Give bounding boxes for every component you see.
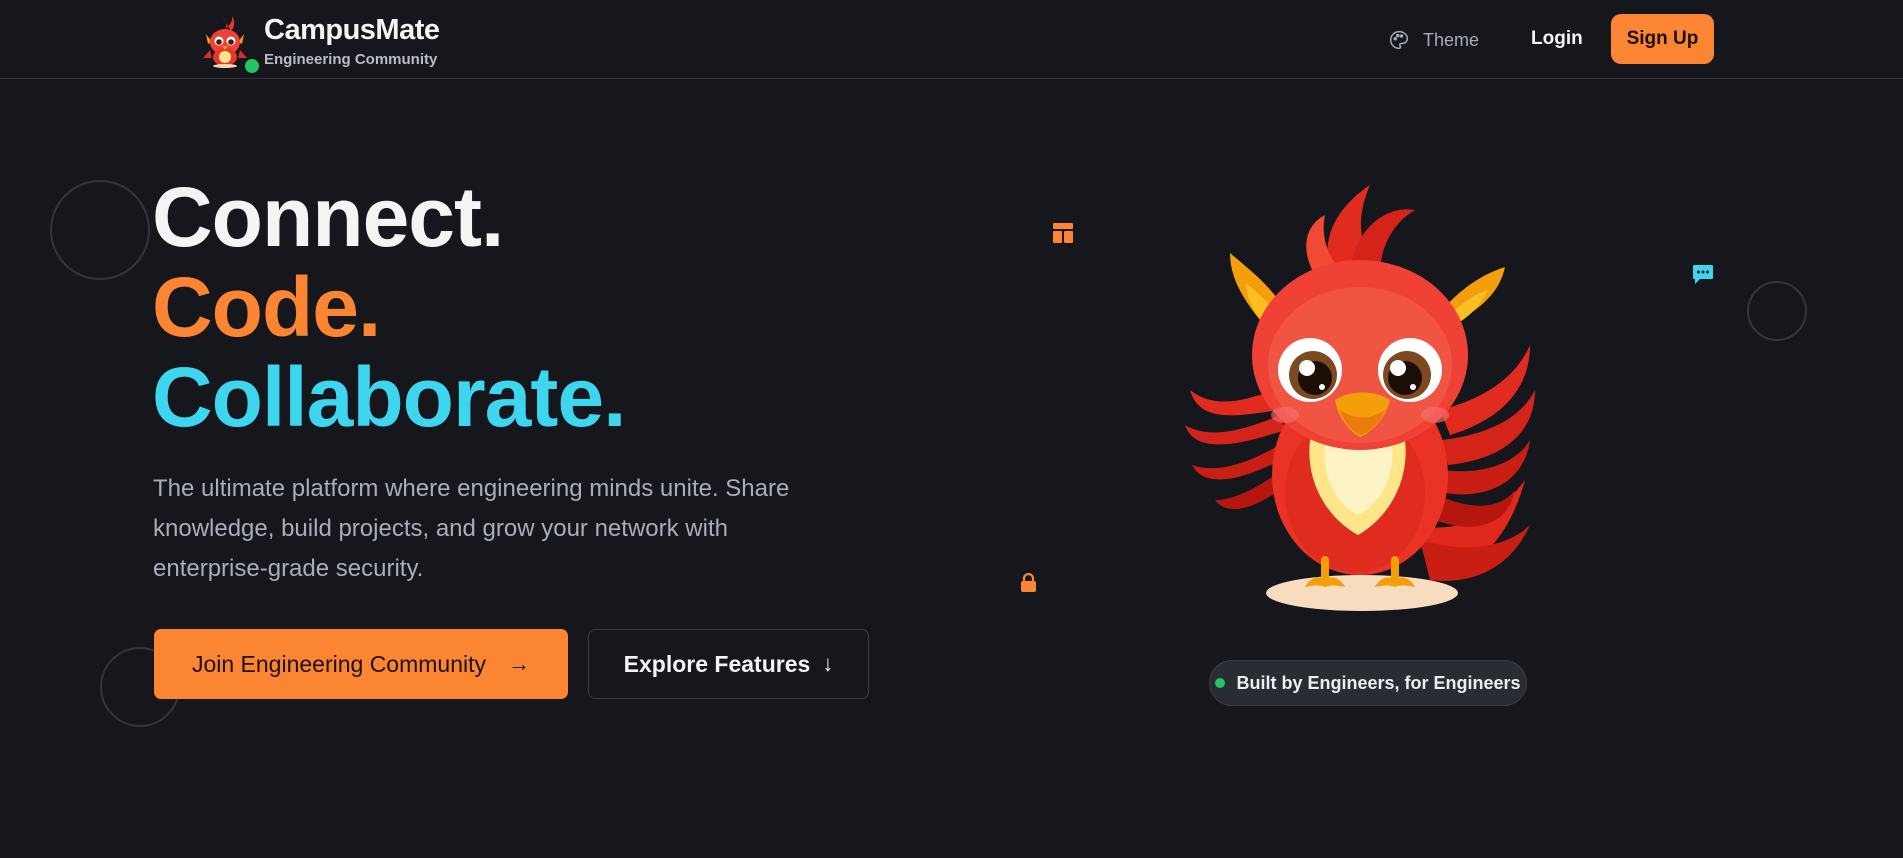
top-navbar: CampusMate Engineering Community Theme L… — [0, 0, 1903, 79]
headline-connect: Connect. — [152, 170, 504, 264]
explore-features-button[interactable]: Explore Features ↓ — [588, 629, 869, 699]
built-by-engineers-badge: Built by Engineers, for Engineers — [1209, 660, 1527, 706]
status-dot — [1215, 678, 1226, 688]
decorative-circle — [1747, 281, 1807, 341]
join-community-button[interactable]: Join Engineering Community → — [154, 629, 568, 699]
theme-button[interactable]: Theme — [1389, 26, 1479, 54]
phoenix-mascot-illustration — [1185, 185, 1535, 611]
chat-icon — [1693, 265, 1713, 284]
join-community-label: Join Engineering Community — [191, 650, 487, 677]
brand-subtitle: Engineering Community — [264, 51, 438, 68]
layout-icon — [1053, 223, 1073, 243]
badge-label: Built by Engineers, for Engineers — [1236, 672, 1521, 693]
explore-features-label: Explore Features — [623, 650, 811, 677]
login-link[interactable]: Login — [1531, 28, 1583, 50]
arrow-down-icon: ↓ — [822, 651, 834, 676]
mascot-logo-icon — [203, 16, 247, 68]
hero-description: The ultimate platform where engineering … — [153, 475, 790, 582]
headline-collaborate: Collaborate. — [152, 350, 626, 444]
headline-code: Code. — [152, 260, 381, 354]
hero-headline: Connect. Code. Collaborate. — [152, 170, 626, 444]
arrow-right-icon: → — [508, 651, 531, 676]
brand-name: CampusMate — [264, 14, 440, 46]
lock-icon — [1021, 573, 1036, 592]
signup-button[interactable]: Sign Up — [1611, 14, 1714, 64]
theme-label: Theme — [1423, 29, 1480, 50]
online-status-dot — [243, 57, 261, 75]
decorative-circle — [50, 180, 150, 280]
palette-icon — [1390, 30, 1409, 50]
